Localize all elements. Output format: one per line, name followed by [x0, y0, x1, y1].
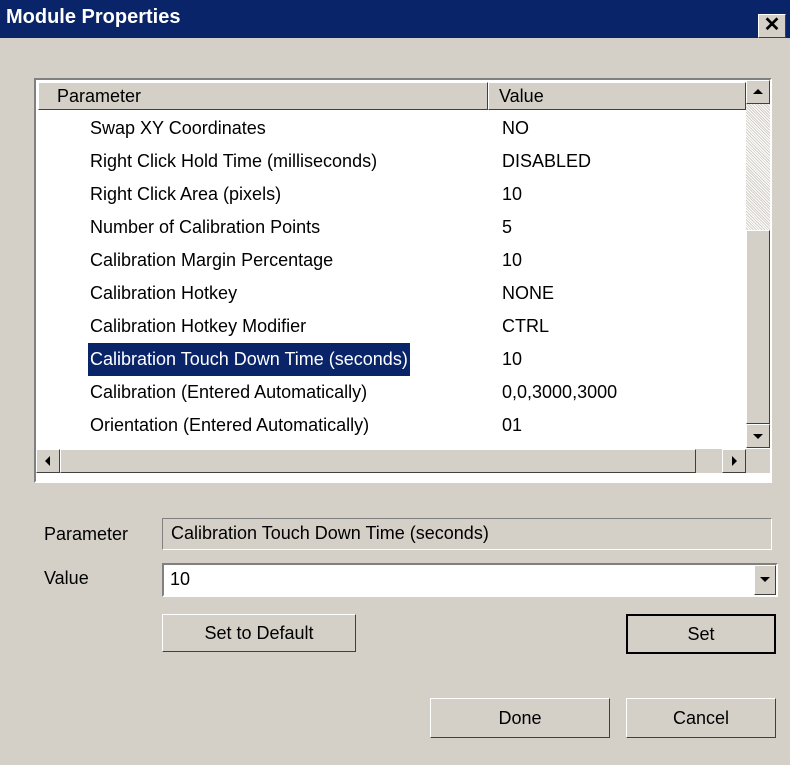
scroll-right-button[interactable] — [722, 449, 746, 473]
chevron-down-icon — [760, 577, 770, 582]
table-row[interactable]: Number of Calibration Points 5 — [36, 211, 726, 244]
arrow-right-icon — [732, 456, 737, 466]
parameter-label: Parameter — [44, 524, 129, 544]
scroll-left-button[interactable] — [36, 449, 60, 473]
horizontal-scrollbar[interactable] — [36, 449, 746, 473]
close-icon: ✕ — [763, 14, 781, 36]
parameter-name-field: Calibration Touch Down Time (seconds) — [162, 518, 772, 550]
parameter-value: 01 — [502, 415, 523, 435]
parameter-name: Calibration Hotkey Modifier — [90, 316, 307, 336]
column-header-parameter[interactable]: Parameter — [38, 82, 488, 110]
cancel-button[interactable]: Cancel — [626, 698, 776, 738]
parameter-name: Calibration (Entered Automatically) — [90, 382, 368, 402]
arrow-left-icon — [45, 456, 50, 466]
table-row-selected[interactable]: Calibration Touch Down Time (seconds) 10 — [36, 342, 726, 377]
parameter-name: Right Click Hold Time (milliseconds) — [90, 151, 378, 171]
table-row[interactable]: Calibration (Entered Automatically) 0,0,… — [36, 376, 726, 409]
parameter-name: Number of Calibration Points — [90, 217, 321, 237]
parameter-value: 0,0,3000,3000 — [502, 382, 618, 402]
combobox-dropdown-button[interactable] — [754, 565, 776, 595]
horizontal-scroll-thumb[interactable] — [60, 449, 696, 473]
parameter-value: DISABLED — [502, 151, 592, 171]
arrow-down-icon — [753, 434, 763, 439]
table-row[interactable]: Right Click Area (pixels) 10 — [36, 178, 726, 211]
parameter-value: 10 — [502, 250, 523, 270]
parameter-name: Right Click Area (pixels) — [90, 184, 282, 204]
done-button[interactable]: Done — [430, 698, 610, 738]
table-row[interactable]: Orientation (Entered Automatically) 01 — [36, 409, 726, 442]
table-row[interactable]: Calibration Hotkey NONE — [36, 277, 726, 310]
parameter-name: Orientation (Entered Automatically) — [90, 415, 370, 435]
table-row[interactable]: Calibration Margin Percentage 10 — [36, 244, 726, 277]
value-combobox[interactable]: 10 — [162, 563, 778, 597]
column-header-value[interactable]: Value — [488, 82, 746, 110]
arrow-up-icon — [753, 89, 763, 94]
parameter-value: NO — [502, 118, 529, 138]
vertical-scroll-thumb[interactable] — [746, 230, 770, 424]
value-text: 10 — [170, 569, 191, 589]
module-properties-dialog: Module Properties ✕ Parameter Value Swap… — [0, 0, 790, 765]
parameter-name: Calibration Touch Down Time (seconds) — [87, 342, 411, 377]
vertical-scrollbar[interactable] — [746, 80, 770, 448]
parameter-value: 5 — [502, 217, 513, 237]
parameter-list[interactable]: Parameter Value Swap XY Coordinates NO R… — [34, 78, 772, 483]
parameter-name: Calibration Hotkey — [90, 283, 238, 303]
table-row[interactable]: Right Click Hold Time (milliseconds) DIS… — [36, 145, 726, 178]
parameter-name: Calibration Margin Percentage — [90, 250, 334, 270]
parameter-value: 10 — [502, 349, 523, 369]
set-button[interactable]: Set — [626, 614, 776, 654]
scroll-down-button[interactable] — [746, 424, 770, 448]
parameter-value: NONE — [502, 283, 555, 303]
value-label: Value — [44, 568, 89, 588]
parameter-value: 10 — [502, 184, 523, 204]
parameter-value: CTRL — [502, 316, 550, 336]
table-row[interactable]: Calibration Hotkey Modifier CTRL — [36, 310, 726, 343]
scroll-up-button[interactable] — [746, 80, 770, 104]
set-to-default-button[interactable]: Set to Default — [162, 614, 356, 652]
parameter-name: Swap XY Coordinates — [90, 118, 266, 138]
table-row[interactable]: Swap XY Coordinates NO — [36, 112, 726, 145]
window-title: Module Properties — [6, 6, 181, 28]
close-button[interactable]: ✕ — [758, 14, 786, 38]
title-bar[interactable]: Module Properties ✕ — [0, 0, 790, 38]
scrollbar-corner — [746, 449, 770, 473]
